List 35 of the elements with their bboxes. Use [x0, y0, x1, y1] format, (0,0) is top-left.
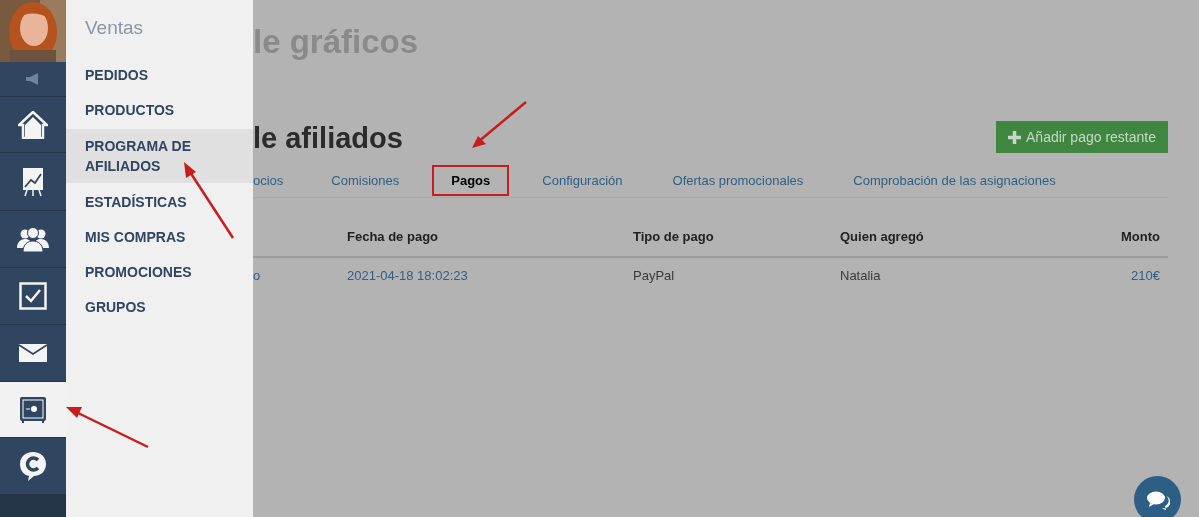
- users-icon: [17, 226, 49, 252]
- sidebar-item[interactable]: [0, 382, 66, 438]
- sidebar-item[interactable]: [0, 268, 66, 325]
- plus-icon: [1008, 130, 1021, 144]
- sidebar-item[interactable]: [0, 97, 66, 153]
- table-cell-text: o: [253, 266, 262, 285]
- menu-item[interactable]: PROMOCIONES: [66, 255, 253, 288]
- menu-item[interactable]: PEDIDOS: [66, 58, 253, 91]
- table-cell-text: Natalia: [840, 266, 882, 285]
- menu-item[interactable]: GRUPOS: [66, 290, 253, 323]
- menu-item[interactable]: PRODUCTOS: [66, 93, 253, 126]
- chart-board-icon: [21, 166, 45, 197]
- sidebar-item[interactable]: [0, 153, 66, 211]
- safe-icon: [19, 395, 47, 424]
- column-header: Quien agregó: [840, 228, 925, 246]
- menu-item[interactable]: PROGRAMA DE AFILIADOS: [66, 128, 253, 183]
- sidebar-item[interactable]: [0, 438, 66, 495]
- column-header: Fecha de pago: [347, 228, 440, 246]
- menu-item[interactable]: MIS COMPRAS: [66, 220, 253, 253]
- mail-icon: [19, 344, 47, 362]
- column-header: Monto: [1120, 228, 1161, 246]
- menu-item[interactable]: ESTADÍSTICAS: [66, 185, 253, 218]
- home-icon: [18, 110, 48, 139]
- sidebar-item[interactable]: [0, 211, 66, 268]
- sidebar-item[interactable]: [0, 325, 66, 382]
- chat-button[interactable]: [1134, 476, 1181, 517]
- checkbox-icon: [19, 282, 47, 310]
- column-header: Tipo de pago: [633, 228, 715, 246]
- chat-bubbles-icon: [1145, 489, 1170, 510]
- menu-title: Ventas: [84, 16, 145, 40]
- chat-logo-icon: [19, 451, 47, 481]
- section-title: le afiliados: [253, 121, 403, 156]
- annotation-arrow: [470, 100, 528, 150]
- tab[interactable]: Pagos: [432, 165, 510, 196]
- table-cell-text: PayPal: [633, 266, 676, 285]
